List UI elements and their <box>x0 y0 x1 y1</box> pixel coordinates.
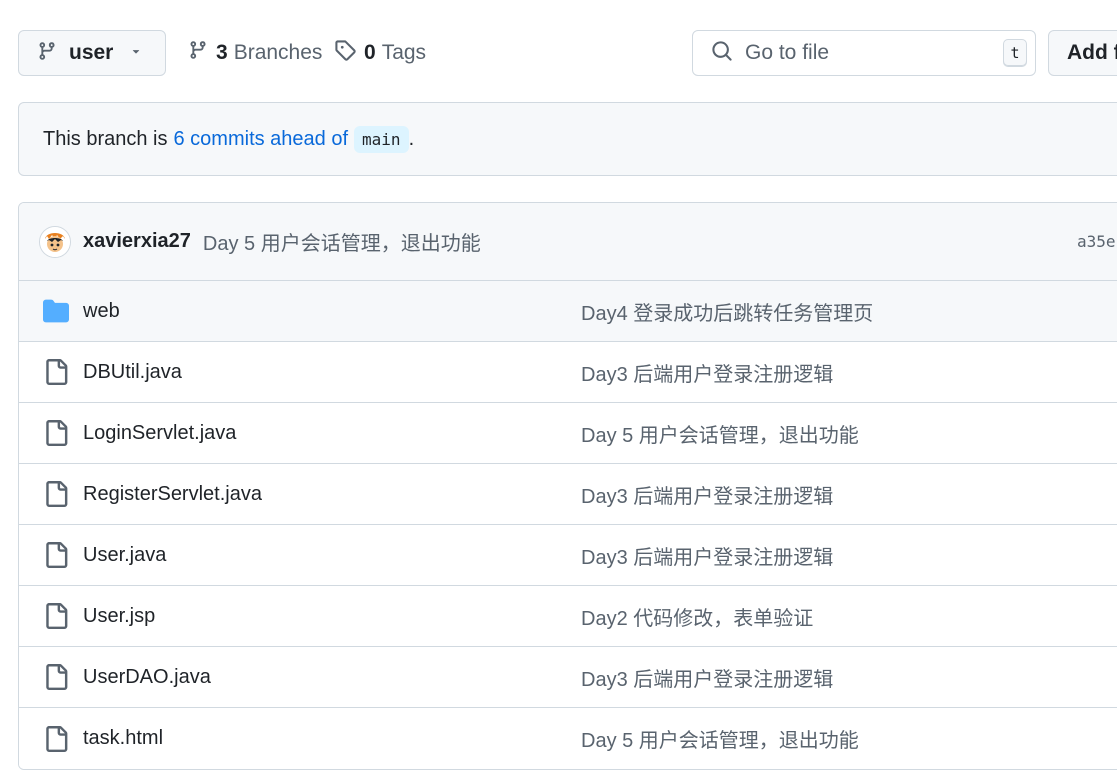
ahead-prefix: This branch is <box>43 127 168 150</box>
git-branch-icon <box>37 40 57 67</box>
table-row[interactable]: RegisterServlet.java Day3 后端用户登录注册逻辑 <box>19 464 1117 525</box>
tags-link[interactable]: 0 Tags <box>334 30 426 76</box>
branches-count: 3 <box>216 41 228 64</box>
commit-sha-link[interactable]: a35e <box>1077 232 1116 251</box>
tag-icon <box>334 39 356 67</box>
base-branch-chip[interactable]: main <box>354 125 409 153</box>
table-row[interactable]: User.jsp Day2 代码修改，表单验证 <box>19 586 1117 647</box>
table-row[interactable]: UserDAO.java Day3 后端用户登录注册逻辑 <box>19 647 1117 708</box>
folder-icon <box>43 298 69 324</box>
file-commit-message-link[interactable]: Day 5 用户会话管理，退出功能 <box>581 419 859 448</box>
file-icon <box>43 664 69 690</box>
branch-select-label: user <box>69 41 114 64</box>
branch-ahead-banner: This branch is 6 commits ahead of main . <box>18 102 1117 176</box>
search-icon <box>711 40 733 67</box>
commits-ahead-link[interactable]: 6 commits ahead of <box>174 128 349 151</box>
latest-commit-header: xavierxia27 Day 5 用户会话管理，退出功能 a35e <box>19 203 1117 281</box>
file-name-link[interactable]: User.java <box>83 544 166 567</box>
file-commit-message-link[interactable]: Day3 后端用户登录注册逻辑 <box>581 541 833 570</box>
file-name-link[interactable]: web <box>83 300 120 323</box>
file-icon <box>43 725 69 752</box>
file-icon <box>43 542 69 568</box>
triangle-down-icon <box>129 44 143 63</box>
table-row[interactable]: LoginServlet.java Day 5 用户会话管理，退出功能 <box>19 403 1117 464</box>
table-row[interactable]: web Day4 登录成功后跳转任务管理页 <box>19 281 1117 342</box>
file-commit-message-link[interactable]: Day3 后端用户登录注册逻辑 <box>581 358 833 387</box>
file-name-link[interactable]: RegisterServlet.java <box>83 483 262 506</box>
file-icon <box>43 359 69 385</box>
file-commit-message-link[interactable]: Day3 后端用户登录注册逻辑 <box>581 663 833 692</box>
git-branch-icon <box>188 39 208 67</box>
file-list: web Day4 登录成功后跳转任务管理页 DBUtil.java Day3 后… <box>19 281 1117 769</box>
file-commit-message-link[interactable]: Day3 后端用户登录注册逻辑 <box>581 480 833 509</box>
tags-word: Tags <box>381 41 427 64</box>
file-icon <box>43 603 69 629</box>
repo-page: user 3 Branches 0 Tags Go to file t Add … <box>0 0 1117 774</box>
repo-toolbar: user 3 Branches 0 Tags Go to file t Add … <box>18 30 1117 78</box>
file-name-link[interactable]: LoginServlet.java <box>83 422 236 445</box>
commit-message-link[interactable]: Day 5 用户会话管理，退出功能 <box>203 227 481 256</box>
keyboard-shortcut-hint: t <box>1003 39 1027 67</box>
go-to-file-input[interactable]: Go to file t <box>692 30 1036 76</box>
file-icon <box>43 481 69 507</box>
ahead-suffix: . <box>408 127 415 150</box>
file-table: xavierxia27 Day 5 用户会话管理，退出功能 a35e web D… <box>18 202 1117 770</box>
file-name-link[interactable]: task.html <box>83 727 163 750</box>
file-commit-message-link[interactable]: Day4 登录成功后跳转任务管理页 <box>581 297 873 326</box>
branches-word: Branches <box>233 41 323 64</box>
commit-author-link[interactable]: xavierxia27 <box>83 230 191 253</box>
branches-link[interactable]: 3 Branches <box>188 30 322 76</box>
file-icon <box>43 420 69 446</box>
file-name-link[interactable]: DBUtil.java <box>83 361 182 384</box>
avatar[interactable] <box>39 225 71 258</box>
table-row[interactable]: User.java Day3 后端用户登录注册逻辑 <box>19 525 1117 586</box>
table-row[interactable]: task.html Day 5 用户会话管理，退出功能 <box>19 708 1117 769</box>
add-file-button[interactable]: Add f <box>1048 30 1117 76</box>
branch-select-button[interactable]: user <box>18 30 166 76</box>
go-to-file-placeholder: Go to file <box>745 41 830 64</box>
add-file-label: Add f <box>1067 41 1117 64</box>
file-commit-message-link[interactable]: Day 5 用户会话管理，退出功能 <box>581 724 859 753</box>
file-name-link[interactable]: UserDAO.java <box>83 666 211 689</box>
file-name-link[interactable]: User.jsp <box>83 605 155 628</box>
table-row[interactable]: DBUtil.java Day3 后端用户登录注册逻辑 <box>19 342 1117 403</box>
tags-count: 0 <box>364 41 376 64</box>
file-commit-message-link[interactable]: Day2 代码修改，表单验证 <box>581 602 813 631</box>
